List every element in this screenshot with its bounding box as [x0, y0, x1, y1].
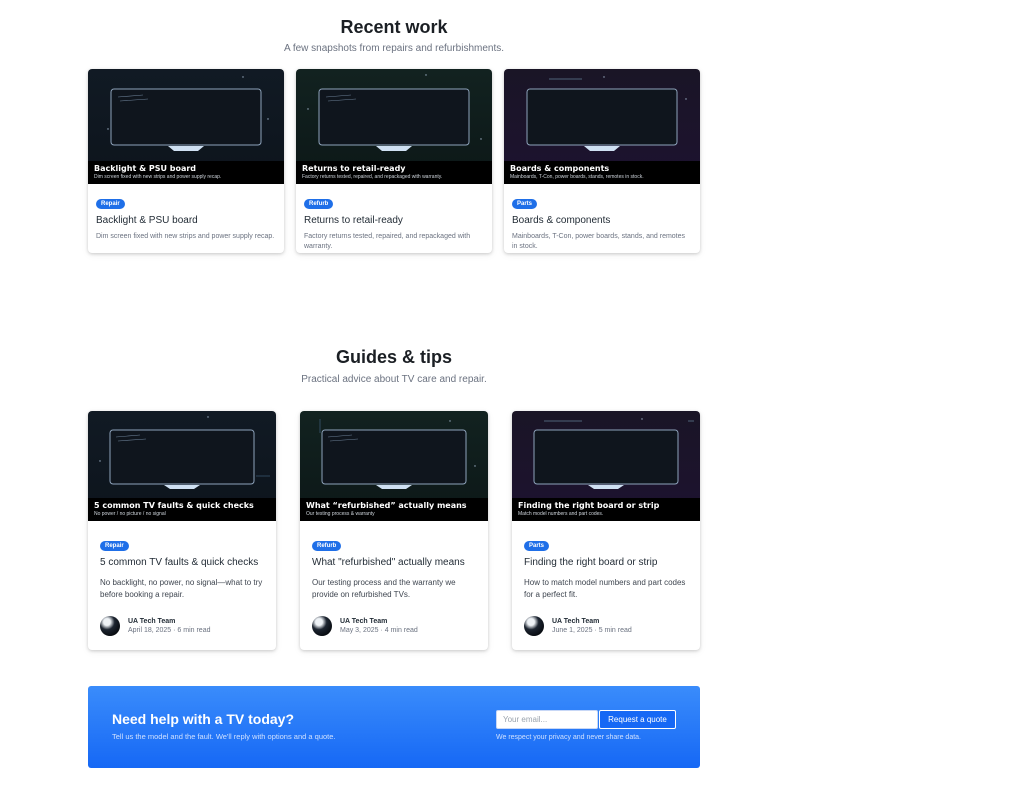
card-thumbnail: What “refurbished” actually means Our te…	[300, 411, 488, 521]
category-badge: Refurb	[304, 199, 334, 209]
thumbnail-caption-title: Returns to retail-ready	[302, 164, 406, 173]
thumbnail-caption-title: 5 common TV faults & quick checks	[94, 501, 254, 510]
thumbnail-caption-subtitle: Factory returns tested, repaired, and re…	[302, 174, 443, 180]
author-block: UA Tech Team April 18, 2025 · 6 min read	[100, 616, 211, 636]
card-thumbnail: Backlight & PSU board Dim screen fixed w…	[88, 69, 284, 184]
author-name: UA Tech Team	[128, 617, 176, 625]
thumbnail-caption-subtitle: Match model numbers and part codes.	[518, 511, 604, 517]
team-avatar	[524, 616, 544, 636]
author-name: UA Tech Team	[340, 617, 388, 625]
author-block: UA Tech Team May 3, 2025 · 4 min read	[312, 616, 418, 636]
email-input[interactable]	[496, 710, 598, 729]
author-block: UA Tech Team June 1, 2025 · 5 min read	[524, 616, 632, 636]
card-description: How to match model numbers and part code…	[524, 578, 686, 599]
category-badge: Repair	[96, 199, 125, 209]
card-thumbnail: 5 common TV faults & quick checks No pow…	[88, 411, 276, 521]
category-badge: Repair	[100, 541, 129, 551]
help-cta-banner: Need help with a TV today? Tell us the m…	[88, 686, 700, 768]
thumbnail-caption-subtitle: Mainboards, T-Con, power boards, stands,…	[510, 174, 644, 180]
guide-card-refurbished[interactable]: What “refurbished” actually means Our te…	[300, 411, 488, 650]
thumbnail-caption-subtitle: Dim screen fixed with new strips and pow…	[94, 174, 222, 180]
privacy-note: We respect your privacy and never share …	[496, 734, 642, 741]
thumbnail-caption-title: What “refurbished” actually means	[306, 501, 467, 510]
thumbnail-caption-subtitle: No power / no picture / no signal	[94, 511, 166, 517]
card-title[interactable]: Backlight & PSU board	[96, 215, 276, 227]
card-thumbnail: Returns to retail-ready Factory returns …	[296, 69, 492, 184]
guides-subtitle: Practical advice about TV care and repai…	[301, 374, 487, 385]
recent-work-subtitle: A few snapshots from repairs and refurbi…	[283, 43, 505, 54]
cta-title: Need help with a TV today?	[112, 711, 295, 727]
recent-card-backlight[interactable]: Backlight & PSU board Dim screen fixed w…	[88, 69, 284, 253]
card-title[interactable]: Returns to retail-ready	[304, 215, 484, 227]
card-description: Factory returns tested, repaired, and re…	[304, 233, 471, 250]
team-avatar	[100, 616, 120, 636]
card-description: Our testing process and the warranty we …	[312, 578, 456, 599]
post-meta: May 3, 2025 · 4 min read	[340, 626, 418, 634]
thumbnail-caption-subtitle: Our testing process & warranty	[306, 511, 375, 517]
thumbnail-caption-title: Backlight & PSU board	[94, 164, 197, 173]
category-badge: Refurb	[312, 541, 342, 551]
post-meta: June 1, 2025 · 5 min read	[552, 626, 632, 634]
thumbnail-caption-title: Boards & components	[510, 164, 610, 173]
guide-card-faults[interactable]: 5 common TV faults & quick checks No pow…	[88, 411, 276, 650]
thumbnail-caption-title: Finding the right board or strip	[518, 501, 660, 510]
request-quote-button[interactable]: Request a quote	[599, 710, 676, 729]
guide-card-board[interactable]: Finding the right board or strip Match m…	[512, 411, 700, 650]
author-name: UA Tech Team	[552, 617, 600, 625]
post-meta: April 18, 2025 · 6 min read	[128, 626, 211, 634]
team-avatar	[312, 616, 332, 636]
category-badge: Parts	[524, 541, 550, 551]
card-title[interactable]: Boards & components	[512, 215, 692, 227]
guides-heading: Guides & tips	[335, 347, 452, 367]
category-badge: Parts	[512, 199, 538, 209]
cta-subtitle: Tell us the model and the fault. We'll r…	[112, 732, 336, 741]
card-description: No backlight, no power, no signal—what t…	[100, 578, 263, 599]
card-thumbnail: Finding the right board or strip Match m…	[512, 411, 700, 521]
card-description: Dim screen fixed with new strips and pow…	[96, 233, 275, 240]
card-thumbnail: Boards & components Mainboards, T-Con, p…	[504, 69, 700, 184]
card-title[interactable]: What "refurbished" actually means	[312, 557, 476, 569]
card-title[interactable]: Finding the right board or strip	[524, 557, 688, 569]
card-description: Mainboards, T-Con, power boards, stands,…	[512, 233, 686, 250]
recent-card-parts[interactable]: Boards & components Mainboards, T-Con, p…	[504, 69, 700, 253]
card-title[interactable]: 5 common TV faults & quick checks	[100, 557, 264, 569]
recent-card-refurb[interactable]: Returns to retail-ready Factory returns …	[296, 69, 492, 253]
recent-work-heading: Recent work	[340, 17, 448, 37]
